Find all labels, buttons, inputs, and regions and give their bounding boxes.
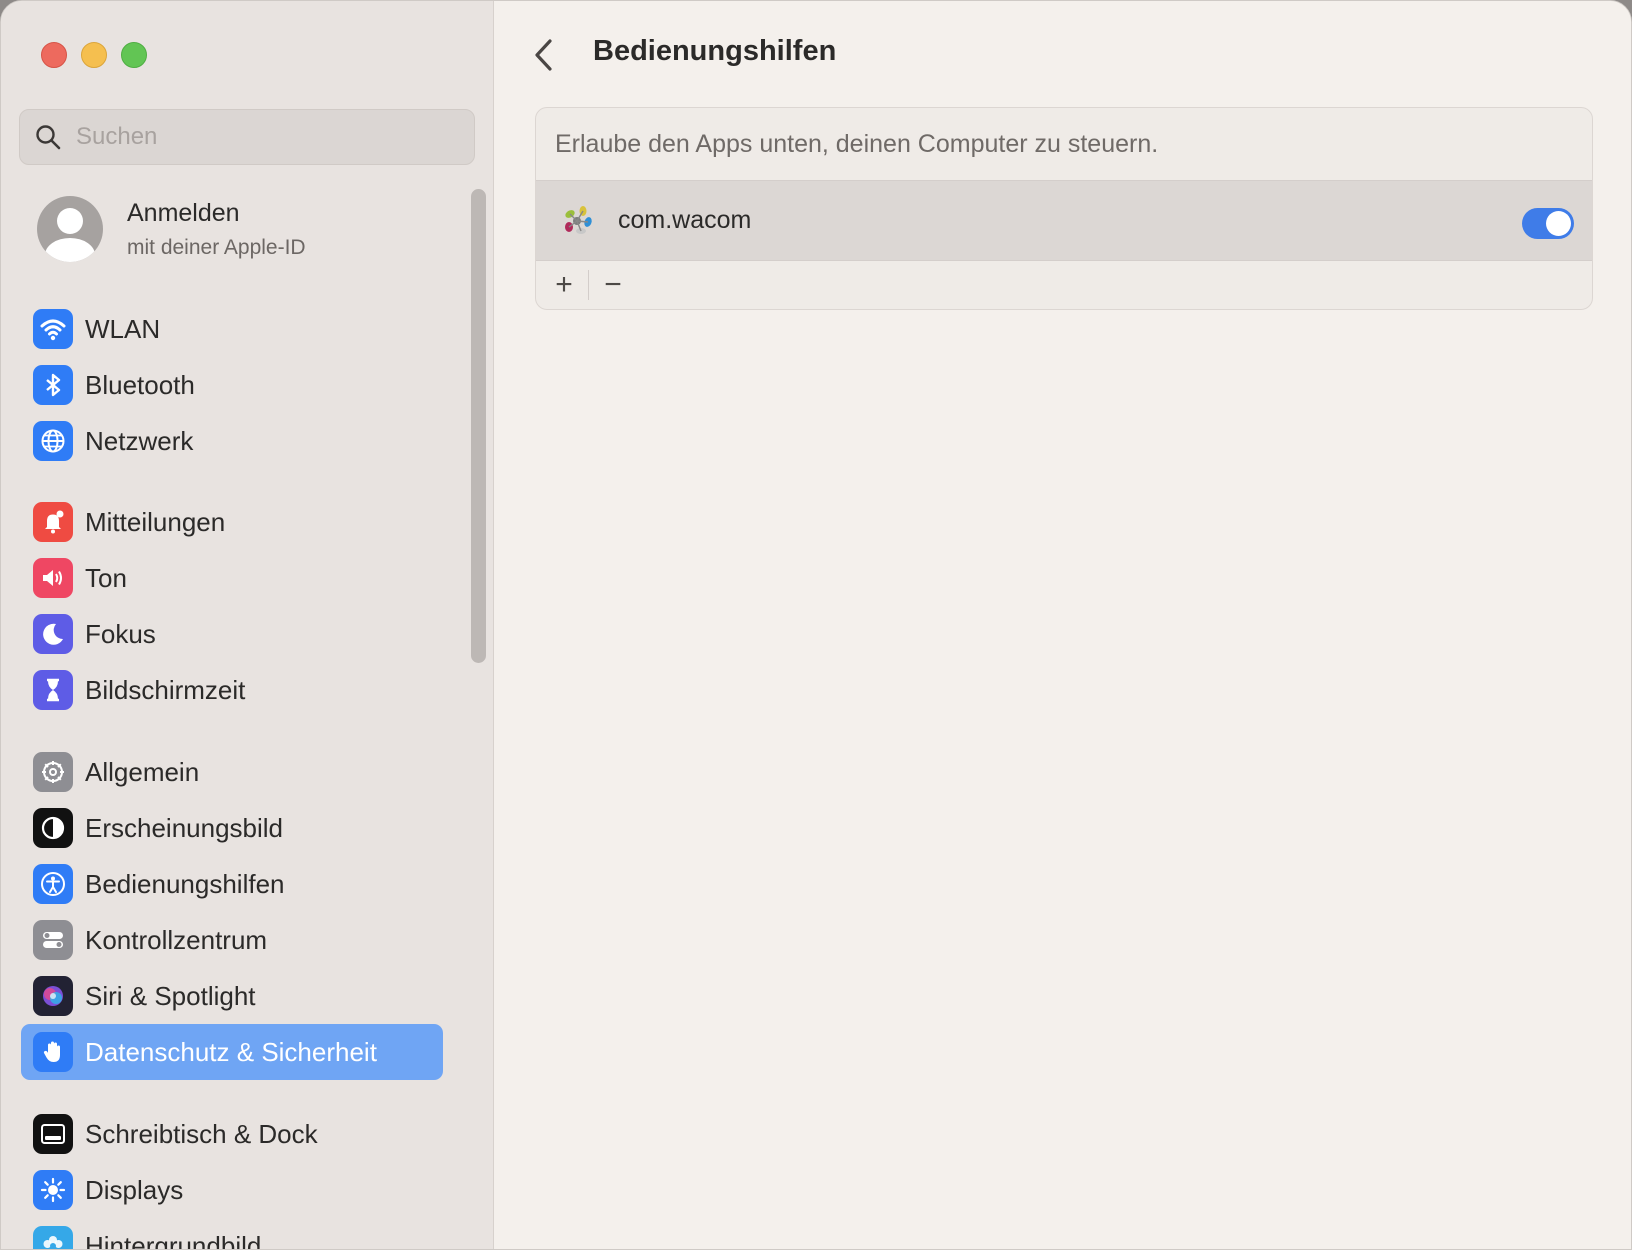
add-app-button[interactable]: + [540,265,588,305]
sidebar-item-label: Bedienungshilfen [85,868,285,899]
sidebar-item-label: Mitteilungen [85,506,226,537]
accessibility-icon [33,864,73,904]
settings-window: Anmelden mit deiner Apple-ID WLAN Blueto… [0,0,1632,1250]
apple-id-account[interactable]: Anmelden mit deiner Apple-ID [37,196,306,262]
app-toggle[interactable] [1522,208,1574,239]
close-button[interactable] [41,42,67,68]
sidebar-item-datenschutz[interactable]: Datenschutz & Sicherheit [21,1024,443,1080]
search-input[interactable] [76,123,456,151]
sidebar-item-fokus[interactable]: Fokus [21,606,443,662]
minimize-button[interactable] [81,42,107,68]
sidebar-item-label: Datenschutz & Sicherheit [85,1036,377,1067]
wacom-icon [565,205,592,234]
sidebar-item-label: Displays [85,1174,184,1205]
sun-icon [33,1170,73,1210]
zoom-button[interactable] [121,42,147,68]
sidebar-item-bluetooth[interactable]: Bluetooth [21,357,443,413]
moon-icon [33,614,73,654]
sidebar-item-label: Bluetooth [85,369,195,400]
account-subtitle: mit deiner Apple-ID [127,235,306,259]
sidebar-item-displays[interactable]: Displays [21,1162,443,1218]
main-content: Bedienungshilfen Erlaube den Apps unten,… [495,1,1631,1249]
sidebar-item-label: Fokus [85,618,156,649]
back-button[interactable] [525,35,561,75]
bluetooth-icon [33,365,73,405]
app-row[interactable]: com.wacom [536,180,1592,261]
sidebar-item-label: Schreibtisch & Dock [85,1118,318,1149]
sidebar-item-kontrollzentrum[interactable]: Kontrollzentrum [21,912,443,968]
page-title: Bedienungshilfen [593,35,837,67]
wifi-icon [33,309,73,349]
sidebar-item-label: Netzwerk [85,425,194,456]
dock-icon [33,1114,73,1154]
sidebar-item-label: Erscheinungsbild [85,812,284,843]
app-name: com.wacom [618,206,752,234]
appearance-icon [33,808,73,848]
sidebar-item-label: Ton [85,562,127,593]
sidebar-item-wlan[interactable]: WLAN [21,301,443,357]
sidebar-item-mitteilungen[interactable]: Mitteilungen [21,494,443,550]
sidebar-item-netzwerk[interactable]: Netzwerk [21,413,443,469]
traffic-lights [41,42,147,68]
hand-icon [33,1032,73,1072]
sidebar-item-siri-spotlight[interactable]: Siri & Spotlight [21,968,443,1024]
panel-description: Erlaube den Apps unten, deinen Computer … [555,129,1159,158]
remove-app-button[interactable]: − [589,265,637,305]
sidebar-item-ton[interactable]: Ton [21,550,443,606]
sidebar-item-label: Allgemein [85,756,200,787]
sidebar-item-allgemein[interactable]: Allgemein [21,744,443,800]
bell-icon [33,502,73,542]
sidebar-item-schreibtisch-dock[interactable]: Schreibtisch & Dock [21,1106,443,1162]
search-field[interactable] [19,109,475,165]
gear-icon [33,752,73,792]
sidebar-item-hintergrundbild[interactable]: Hintergrundbild [21,1218,443,1250]
sidebar-scrollbar[interactable] [471,189,486,663]
sidebar-item-label: Kontrollzentrum [85,924,268,955]
search-icon [36,125,61,150]
sidebar-item-label: Bildschirmzeit [85,674,246,705]
toggles-icon [33,920,73,960]
account-name: Anmelden [127,198,240,227]
sidebar-item-bildschirmzeit[interactable]: Bildschirmzeit [21,662,443,718]
app-permission-panel: Erlaube den Apps unten, deinen Computer … [535,107,1593,310]
sidebar-item-erscheinungsbild[interactable]: Erscheinungsbild [21,800,443,856]
speaker-icon [33,558,73,598]
globe-icon [33,421,73,461]
avatar [37,196,103,262]
sidebar: Anmelden mit deiner Apple-ID WLAN Blueto… [1,1,494,1250]
sidebar-item-label: Siri & Spotlight [85,980,256,1011]
sidebar-item-bedienungshilfen[interactable]: Bedienungshilfen [21,856,443,912]
sidebar-item-label: WLAN [85,313,161,344]
flower-icon [33,1226,73,1249]
chevron-left-icon [535,39,552,71]
siri-icon [33,976,73,1016]
list-controls: + − [536,261,1592,309]
sidebar-item-label: Hintergrundbild [85,1230,262,1250]
hourglass-icon [33,670,73,710]
